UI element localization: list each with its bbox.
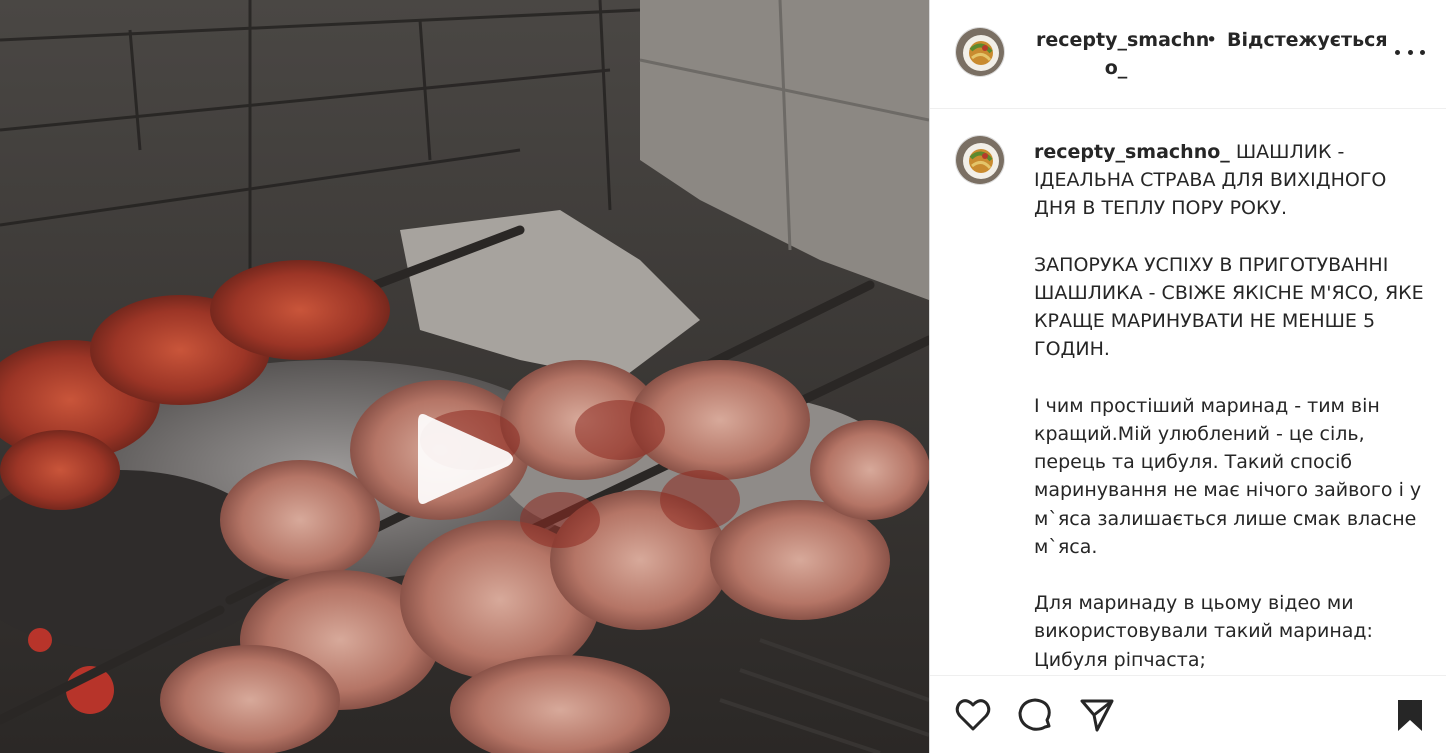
- caption-username[interactable]: recepty_smachno_: [1034, 141, 1230, 163]
- heart-icon[interactable]: [954, 696, 992, 734]
- author-username-line2: o_: [1104, 57, 1128, 79]
- post-caption: recepty_smachno_ ШАШЛИК - ІДЕАЛЬНА СТРАВ…: [1034, 138, 1424, 674]
- caption-section: recepty_smachno_ ШАШЛИК - ІДЕАЛЬНА СТРАВ…: [930, 109, 1446, 675]
- author-avatar[interactable]: [955, 27, 1005, 77]
- action-bar: [930, 675, 1446, 753]
- following-button[interactable]: Відстежується: [1227, 26, 1388, 54]
- author-username-line1: recepty_smachn: [1036, 29, 1210, 51]
- salad-plate-avatar: [956, 136, 1004, 184]
- instagram-post: recepty_smachn o_ • Відстежується recept…: [0, 0, 1446, 753]
- video-media[interactable]: [0, 0, 929, 753]
- separator-dot: •: [1206, 29, 1218, 51]
- play-icon[interactable]: [410, 404, 520, 514]
- bookmark-icon[interactable]: [1391, 696, 1429, 734]
- post-sidebar: recepty_smachn o_ • Відстежується recept…: [929, 0, 1446, 753]
- comment-icon[interactable]: [1016, 696, 1054, 734]
- author-username[interactable]: recepty_smachn o_: [1036, 26, 1210, 82]
- post-header: recepty_smachn o_ • Відстежується: [930, 0, 1446, 109]
- share-icon[interactable]: [1078, 696, 1116, 734]
- caption-text: ШАШЛИК - ІДЕАЛЬНА СТРАВА ДЛЯ ВИХІДНОГО Д…: [1034, 141, 1424, 671]
- video-frame-shashlik-grill: [0, 0, 929, 753]
- salad-plate-avatar: [956, 28, 1004, 76]
- caption-author-avatar[interactable]: [955, 135, 1005, 185]
- more-options-icon[interactable]: [1395, 38, 1425, 66]
